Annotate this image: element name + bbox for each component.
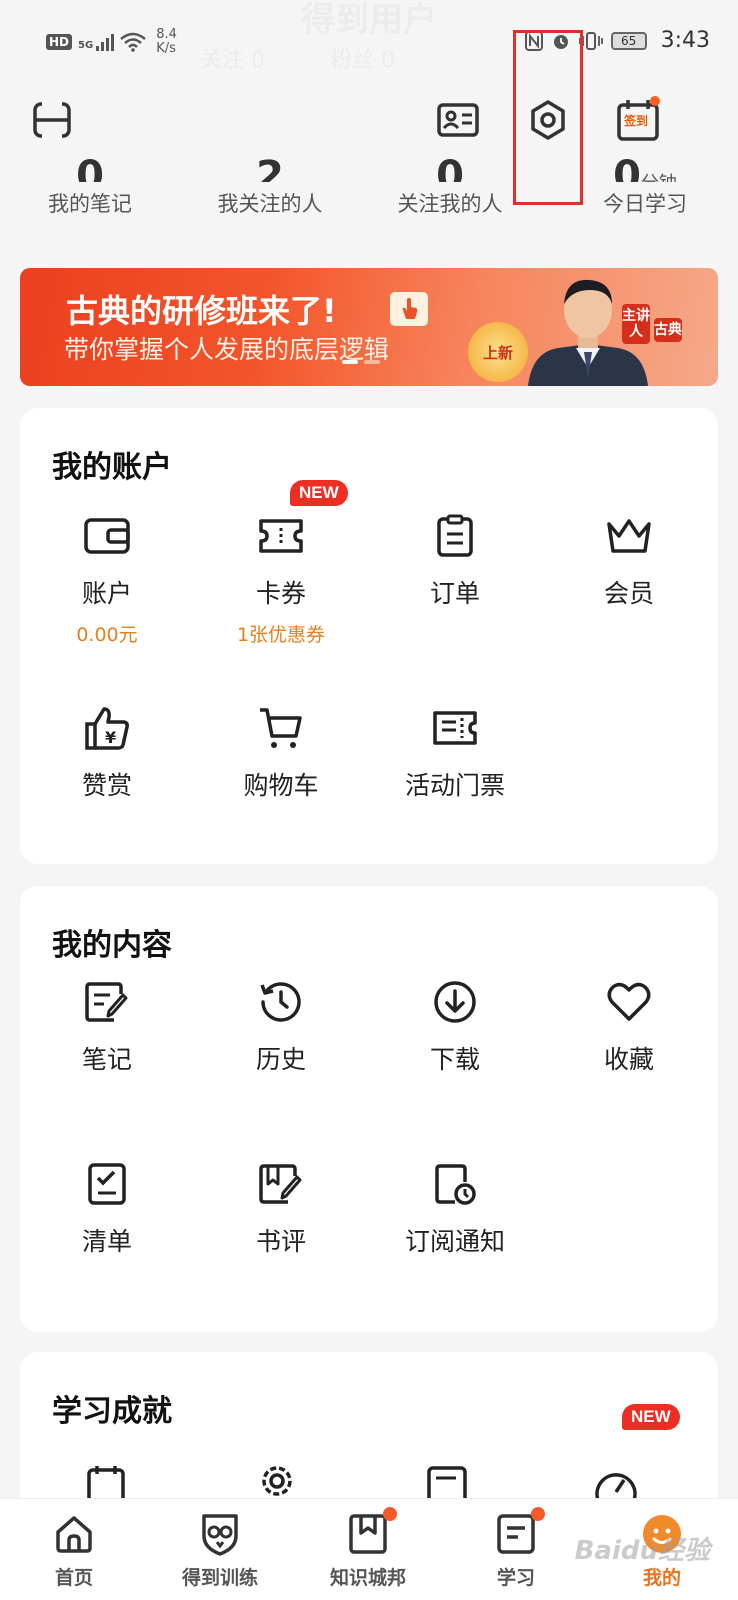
- network-speed: 8.4 K/s: [156, 27, 177, 56]
- knowledge-city-badge-dot: [383, 1507, 397, 1521]
- stat-following[interactable]: 2 我关注的人: [180, 140, 360, 218]
- heart-icon: [603, 976, 655, 1028]
- banner-tag-speaker: 主讲人: [622, 304, 650, 344]
- battery-indicator: 65: [610, 31, 647, 50]
- balance-value: 0.00元: [76, 624, 138, 646]
- checkin-button[interactable]: 签到: [614, 96, 662, 144]
- stats-row: 0 我的笔记 2 我关注的人 0 关注我的人 0分钟 今日学习: [0, 140, 738, 220]
- banner-tag-name: 古典: [654, 318, 682, 342]
- stat-today-study[interactable]: 0分钟 今日学习: [555, 140, 735, 218]
- banner-dot: [364, 360, 380, 364]
- account-section-title: 我的账户: [52, 450, 172, 485]
- account-item-membership[interactable]: 会员: [542, 510, 716, 610]
- my-content-card: 我的内容 笔记 历史 下载 收藏 清单 书评 订阅通知: [20, 886, 718, 1332]
- menu-icon: [32, 100, 72, 140]
- wifi-icon: [120, 32, 146, 52]
- checkin-label: 签到: [624, 114, 649, 128]
- thumbs-up-icon: ¥: [81, 702, 133, 754]
- status-bar: HD 5G 8.4 K/s 65 3:43: [0, 0, 738, 80]
- status-time: 3:43: [660, 28, 710, 53]
- note-edit-icon: [81, 976, 133, 1028]
- nav-knowledge-city[interactable]: 知识城邦: [298, 1507, 438, 1590]
- hd-badge: HD: [46, 34, 73, 50]
- account-item-balance[interactable]: 账户 0.00元: [20, 510, 194, 647]
- promo-banner[interactable]: 古典的研修班来了! 带你掌握个人发展的底层逻辑 上新 主讲人 古典: [20, 268, 718, 386]
- account-item-orders[interactable]: 订单: [368, 510, 542, 610]
- owl-shield-icon: [197, 1511, 243, 1557]
- click-cursor-icon: [390, 292, 428, 326]
- account-item-event-tickets[interactable]: 活动门票: [368, 702, 542, 802]
- home-icon: [51, 1511, 97, 1557]
- coupon-icon: [255, 510, 307, 562]
- wallet-icon: [81, 510, 133, 562]
- account-item-reward[interactable]: ¥ 赞赏: [20, 702, 194, 802]
- coupon-new-badge: NEW: [290, 480, 348, 506]
- my-account-card: 我的账户 账户 0.00元 卡券 1张优惠券 NEW 订单 会员 ¥ 赞赏 购物…: [20, 408, 718, 864]
- content-item-history[interactable]: 历史: [194, 976, 368, 1076]
- banner-dot: [342, 360, 358, 364]
- banner-subtitle: 带你掌握个人发展的底层逻辑: [64, 335, 390, 364]
- content-item-favorites[interactable]: 收藏: [542, 976, 716, 1076]
- checklist-icon: [81, 1158, 133, 1210]
- subscription-notice-icon: [429, 1158, 481, 1210]
- calendar-checkin-icon: 签到: [616, 96, 660, 142]
- crown-icon: [603, 510, 655, 562]
- nav-home[interactable]: 首页: [4, 1511, 144, 1590]
- history-icon: [255, 976, 307, 1028]
- download-icon: [429, 976, 481, 1028]
- checkin-notification-dot: [650, 96, 660, 106]
- gear-icon[interactable]: [256, 1460, 298, 1502]
- study-icon: [493, 1507, 545, 1557]
- bookmark-box-icon: [345, 1507, 397, 1557]
- stat-followers[interactable]: 0 关注我的人: [360, 140, 540, 218]
- nav-study[interactable]: 学习: [446, 1507, 586, 1590]
- stat-my-notes[interactable]: 0 我的笔记: [0, 140, 180, 218]
- nav-training[interactable]: 得到训练: [150, 1511, 290, 1590]
- menu-button[interactable]: [28, 96, 76, 144]
- ticket-icon: [429, 702, 481, 754]
- account-item-cart[interactable]: 购物车: [194, 702, 368, 802]
- content-item-downloads[interactable]: 下载: [368, 976, 542, 1076]
- profile-card-button[interactable]: [434, 96, 482, 144]
- study-badge-dot: [531, 1507, 545, 1521]
- coupon-count: 1张优惠券: [236, 624, 326, 646]
- content-item-lists[interactable]: 清单: [20, 1158, 194, 1258]
- banner-pagination: [342, 360, 380, 364]
- signal-icon: 5G: [78, 33, 115, 51]
- book-review-icon: [255, 1158, 307, 1210]
- svg-text:¥: ¥: [105, 728, 116, 747]
- content-item-notes[interactable]: 笔记: [20, 976, 194, 1076]
- banner-title: 古典的研修班来了!: [66, 292, 337, 330]
- content-item-book-reviews[interactable]: 书评: [194, 1158, 368, 1258]
- account-item-coupons[interactable]: 卡券 1张优惠券 NEW: [194, 480, 368, 647]
- achievement-section-title: 学习成就: [52, 1394, 172, 1429]
- cart-icon: [255, 702, 307, 754]
- id-card-icon: [437, 103, 479, 137]
- achievement-new-badge: NEW: [622, 1404, 680, 1430]
- content-item-subscription-notices[interactable]: 订阅通知: [368, 1158, 542, 1258]
- baidu-watermark: Baidu经验: [574, 1536, 710, 1566]
- order-icon: [429, 510, 481, 562]
- content-section-title: 我的内容: [52, 928, 172, 963]
